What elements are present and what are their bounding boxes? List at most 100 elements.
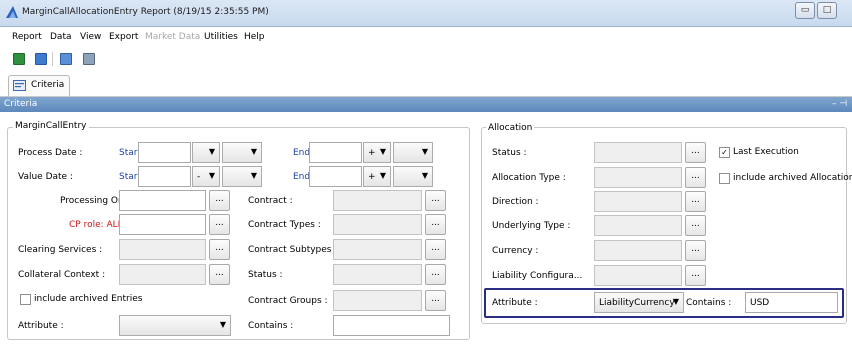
menu-utilities[interactable]: Utilities [204,32,238,42]
allocation-contains-input[interactable]: USD [745,292,838,313]
include-archived-allocations-checkbox[interactable] [719,173,730,184]
value-date-end-unit-select[interactable]: ▼ [393,166,433,187]
contract-subtypes-label: Contract Subtypes : [248,245,338,255]
allocation-type-input[interactable] [594,167,682,188]
criteria-panel-title: Criteria [4,99,38,109]
allocation-status-input[interactable] [594,142,682,163]
print-icon[interactable] [83,53,95,65]
clearing-services-browse-button[interactable]: ... [209,239,230,260]
contains-input[interactable] [333,315,450,336]
value-date-start-op-select[interactable]: - ▼ [192,166,220,187]
liability-configuration-label: Liability Configura... [492,271,583,281]
margin-call-entry-legend: MarginCallEntry [13,121,89,131]
collateral-context-browse-button[interactable]: ... [209,264,230,285]
copy-icon[interactable] [60,53,72,65]
clearing-services-input[interactable] [119,239,206,260]
contract-groups-browse-button[interactable]: ... [425,290,446,311]
contract-label: Contract : [248,196,293,206]
contract-subtypes-browse-button[interactable]: ... [425,239,446,260]
include-archived-entries-checkbox[interactable] [20,294,31,305]
processing-org-browse-button[interactable]: ... [209,190,230,211]
menu-report[interactable]: Report [12,32,42,42]
value-date-start-input[interactable] [138,166,191,187]
contract-types-browse-button[interactable]: ... [425,214,446,235]
process-date-end-input[interactable] [309,142,362,163]
cp-role-browse-button[interactable]: ... [209,214,230,235]
currency-input[interactable] [594,240,682,261]
process-date-end-op-select[interactable]: + ▼ [363,142,391,163]
process-date-start-op-select[interactable]: ▼ [192,142,220,163]
tab-strip [0,73,852,97]
menu-data[interactable]: Data [50,32,72,42]
menu-view[interactable]: View [80,32,101,42]
attribute-select[interactable]: ▼ [119,315,231,336]
processing-org-label: Processing Org [60,196,128,206]
currency-label: Currency : [492,246,539,256]
liability-configuration-input[interactable] [594,265,682,286]
underlying-type-browse-button[interactable]: ... [685,215,706,236]
contract-groups-input[interactable] [333,290,422,311]
underlying-type-label: Underlying Type : [492,221,571,231]
attribute-label: Attribute : [18,321,64,331]
direction-browse-button[interactable]: ... [685,191,706,212]
collateral-context-label: Collateral Context : [18,270,106,280]
clear-icon[interactable] [35,53,47,65]
toolbar [0,48,852,70]
tab-criteria-label: Criteria [31,80,65,90]
allocation-type-label: Allocation Type : [492,173,566,183]
contract-types-input[interactable] [333,214,422,235]
process-date-end-label: End [293,148,311,158]
process-date-start-input[interactable] [138,142,191,163]
allocation-contains-label: Contains : [686,298,732,308]
process-date-end-unit-select[interactable]: ▼ [393,142,433,163]
criteria-icon [13,80,26,91]
underlying-type-input[interactable] [594,215,682,236]
clearing-services-label: Clearing Services : [18,245,103,255]
allocation-attribute-label: Attribute : [492,298,538,308]
menu-help[interactable]: Help [244,32,265,42]
allocation-attribute-select[interactable]: LiabilityCurrency ▼ [594,292,684,313]
currency-browse-button[interactable]: ... [685,240,706,261]
app-logo-icon [6,6,18,18]
value-date-label: Value Date : [18,172,73,182]
direction-input[interactable] [594,191,682,212]
value-date-start-unit-select[interactable]: ▼ [222,166,262,187]
status-input[interactable] [333,264,422,285]
allocation-type-browse-button[interactable]: ... [685,167,706,188]
collateral-context-input[interactable] [119,264,206,285]
maximize-button[interactable]: □ [817,2,837,19]
allocation-status-browse-button[interactable]: ... [685,142,706,163]
contract-subtypes-input[interactable] [333,239,422,260]
processing-org-input[interactable] [119,190,206,211]
liability-configuration-browse-button[interactable]: ... [685,265,706,286]
process-date-start-unit-select[interactable]: ▼ [222,142,262,163]
value-date-end-label: End [293,172,311,182]
value-date-end-input[interactable] [309,166,362,187]
cp-role-label[interactable]: CP role: ALL [69,220,123,230]
contract-input[interactable] [333,190,422,211]
status-label: Status : [248,270,283,280]
toolbar-separator [52,52,53,66]
panel-controls[interactable]: – ⊣ [832,99,847,109]
direction-label: Direction : [492,197,539,207]
allocation-legend: Allocation [486,123,535,133]
contract-types-label: Contract Types : [248,220,321,230]
cp-role-input[interactable] [119,214,206,235]
status-browse-button[interactable]: ... [425,264,446,285]
allocation-status-label: Status : [492,148,527,158]
contract-browse-button[interactable]: ... [425,190,446,211]
process-date-label: Process Date : [18,148,83,158]
last-execution-label: Last Execution [733,147,799,157]
spreadsheet-export-icon[interactable] [13,53,25,65]
contract-groups-label: Contract Groups : [248,296,328,306]
criteria-panel-header [0,97,852,112]
menu-market-data: Market Data [145,32,201,42]
menu-export[interactable]: Export [109,32,138,42]
include-archived-entries-label: include archived Entries [34,294,143,304]
minimize-button[interactable]: ▭ [795,2,815,19]
contains-label: Contains : [248,321,294,331]
include-archived-allocations-label: include archived Allocations [733,173,852,183]
value-date-end-op-select[interactable]: + ▼ [363,166,391,187]
window-title: MarginCallAllocationEntry Report (8/19/1… [22,7,269,17]
last-execution-checkbox[interactable]: ✓ [719,147,730,158]
